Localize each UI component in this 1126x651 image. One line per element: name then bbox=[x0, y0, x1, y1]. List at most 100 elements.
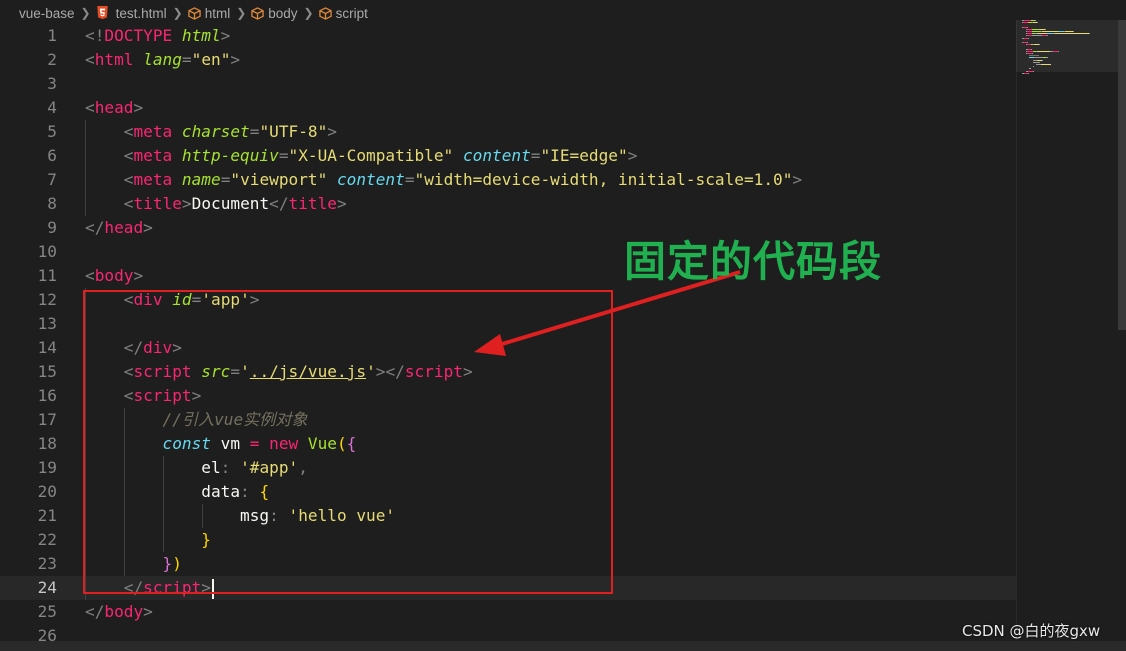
breadcrumb-label: vue-base bbox=[19, 5, 75, 21]
code-token: "width=device-width, initial-scale=1.0" bbox=[414, 170, 793, 189]
code-line[interactable]: 2 <html lang="en"> bbox=[0, 48, 1016, 72]
minimap-token bbox=[1028, 72, 1029, 74]
code-line[interactable]: 25 </body> bbox=[0, 600, 1016, 624]
code-token: meta bbox=[133, 122, 182, 141]
code-token: html bbox=[181, 26, 221, 45]
code-token: <! bbox=[85, 26, 105, 45]
code-text: <!DOCTYPE html> bbox=[85, 24, 230, 48]
code-token: > bbox=[792, 170, 803, 189]
minimap-token bbox=[1027, 26, 1028, 28]
breadcrumb-label: html bbox=[204, 5, 231, 21]
code-token: < bbox=[123, 122, 134, 141]
code-token: head bbox=[94, 98, 134, 117]
line-number: 11 bbox=[37, 266, 57, 285]
line-number: 21 bbox=[37, 506, 57, 525]
minimap-token bbox=[1065, 31, 1073, 32]
code-token: > bbox=[133, 98, 144, 117]
line-number: 23 bbox=[37, 554, 57, 573]
status-bar bbox=[0, 641, 1126, 651]
code-text: <meta name="viewport" content="width=dev… bbox=[85, 168, 802, 192]
code-token: lang bbox=[143, 50, 182, 69]
chevron-right-icon: ❯ bbox=[236, 6, 247, 20]
minimap-token bbox=[1033, 66, 1034, 68]
breadcrumb-label: script bbox=[335, 5, 368, 21]
code-token: = bbox=[278, 146, 289, 165]
minimap-token bbox=[1029, 55, 1039, 57]
code-token: content bbox=[462, 146, 531, 165]
code-line[interactable]: 5 <meta charset="UTF-8"> bbox=[0, 120, 1016, 144]
breadcrumb-item-folder[interactable]: vue-base bbox=[19, 6, 75, 21]
code-token: > bbox=[181, 194, 192, 213]
annotation-highlight-box bbox=[83, 290, 613, 594]
code-text: <meta http-equiv="X-UA-Compatible" conte… bbox=[85, 144, 638, 168]
minimap-token bbox=[1073, 31, 1074, 32]
code-token: "IE=edge" bbox=[540, 146, 628, 165]
code-token: > bbox=[133, 266, 144, 285]
indent-guide bbox=[85, 120, 86, 216]
line-number: 14 bbox=[37, 338, 57, 357]
minimap-token bbox=[1033, 70, 1034, 72]
chevron-right-icon: ❯ bbox=[80, 6, 91, 20]
minimap-token bbox=[1028, 37, 1029, 39]
code-text: <html lang="en"> bbox=[85, 48, 240, 72]
line-number: 1 bbox=[47, 26, 57, 45]
code-line[interactable]: 3 bbox=[0, 72, 1016, 96]
code-text: <meta charset="UTF-8"> bbox=[85, 120, 337, 144]
code-token: "X-UA-Compatible" bbox=[288, 146, 463, 165]
editor-divider bbox=[1016, 20, 1017, 640]
vertical-scrollbar[interactable] bbox=[1118, 20, 1126, 330]
code-line[interactable]: 8 <title>Document</title> bbox=[0, 192, 1016, 216]
code-text: </body> bbox=[85, 600, 153, 624]
code-token: "en" bbox=[191, 50, 231, 69]
line-number: 10 bbox=[37, 242, 57, 261]
code-line[interactable]: 7 <meta name="viewport" content="width=d… bbox=[0, 168, 1016, 192]
code-token: http-equiv bbox=[181, 146, 279, 165]
minimap-token bbox=[1027, 42, 1028, 43]
breadcrumb-item-html[interactable]: html bbox=[187, 5, 231, 21]
code-token: < bbox=[123, 170, 134, 189]
minimap-token bbox=[1033, 35, 1040, 37]
line-number: 17 bbox=[37, 410, 57, 429]
code-token: body bbox=[94, 266, 134, 285]
minimap-token bbox=[1047, 35, 1048, 37]
annotation-label: 固定的代码段 bbox=[624, 237, 883, 286]
code-token: < bbox=[123, 146, 134, 165]
minimap-token bbox=[1037, 22, 1038, 24]
code-token: > bbox=[327, 122, 337, 141]
code-line[interactable]: 1 <!DOCTYPE html> bbox=[0, 24, 1016, 48]
code-token: </ bbox=[85, 602, 105, 621]
minimap[interactable] bbox=[1022, 20, 1122, 90]
breadcrumb-item-file[interactable]: test.html bbox=[96, 6, 167, 21]
html5-icon bbox=[96, 6, 108, 20]
code-token: meta bbox=[133, 170, 182, 189]
minimap-token bbox=[1039, 61, 1040, 63]
code-text: <body> bbox=[85, 264, 143, 288]
code-token: DOCTYPE bbox=[104, 26, 182, 45]
breadcrumb-item-body[interactable]: body bbox=[251, 6, 298, 21]
line-number: 4 bbox=[47, 98, 57, 117]
watermark: CSDN @白的夜gxw bbox=[962, 622, 1101, 640]
line-number: 7 bbox=[47, 170, 57, 189]
code-token: title bbox=[288, 194, 337, 213]
line-number: 24 bbox=[37, 578, 57, 597]
code-token: title bbox=[133, 194, 182, 213]
code-token: < bbox=[85, 266, 95, 285]
minimap-token bbox=[1042, 59, 1043, 61]
code-token: < bbox=[85, 50, 95, 69]
line-number: 16 bbox=[37, 386, 57, 405]
chevron-right-icon: ❯ bbox=[303, 6, 314, 20]
breadcrumb-item-script[interactable]: script bbox=[318, 5, 368, 21]
code-token: "UTF-8" bbox=[259, 122, 328, 141]
minimap-token bbox=[1045, 28, 1046, 30]
code-line[interactable]: 6 <meta http-equiv="X-UA-Compatible" con… bbox=[0, 144, 1016, 168]
minimap-token bbox=[1032, 53, 1033, 54]
code-token: name bbox=[181, 170, 221, 189]
code-token: content bbox=[336, 170, 405, 189]
minimap-token bbox=[1041, 64, 1051, 65]
breadcrumb-label: test.html bbox=[115, 5, 167, 21]
line-number: 18 bbox=[37, 434, 57, 453]
code-line[interactable]: 4 <head> bbox=[0, 96, 1016, 120]
line-number: 2 bbox=[47, 50, 57, 69]
